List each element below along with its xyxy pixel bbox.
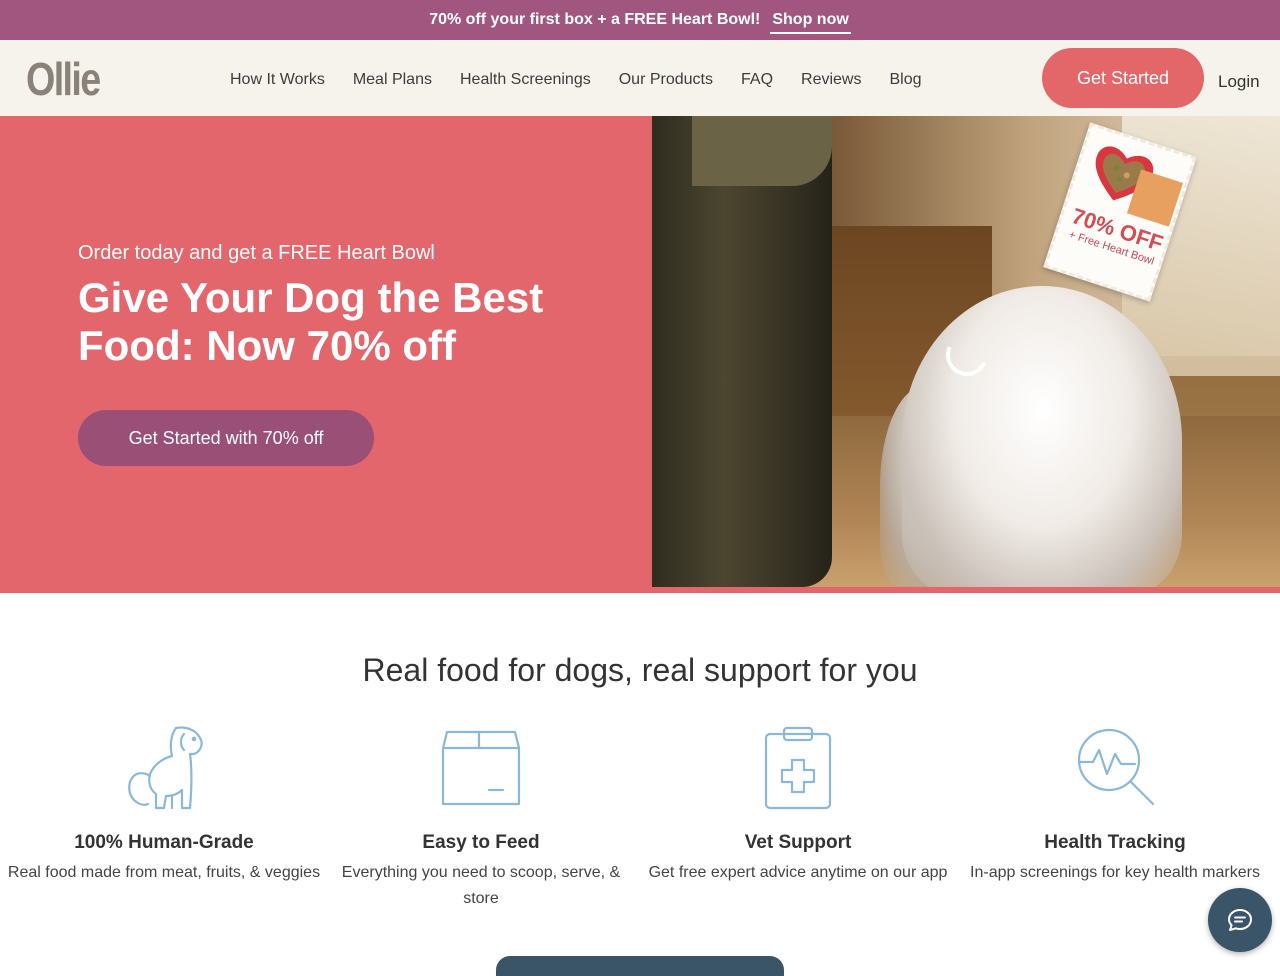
ollie-logo[interactable]: Ollie [26, 56, 101, 102]
chat-icon [1228, 909, 1252, 931]
login-link[interactable]: Login [1218, 72, 1260, 92]
chat-button[interactable] [1208, 888, 1272, 952]
feature-description: Everything you need to scoop, serve, & s… [341, 864, 621, 907]
nav-our-products[interactable]: Our Products [619, 71, 713, 89]
video-dog [902, 286, 1182, 587]
nav-how-it-works[interactable]: How It Works [230, 71, 325, 89]
feature-vet-support: Vet Support Get free expert advice anyti… [639, 724, 957, 886]
main-nav: Ollie How It Works Meal Plans Health Scr… [0, 40, 1280, 116]
feature-description: Get free expert advice anytime on our ap… [648, 864, 948, 881]
feature-title: 100% Human-Grade [74, 832, 254, 853]
nav-links: How It Works Meal Plans Health Screening… [230, 71, 922, 89]
nav-meal-plans[interactable]: Meal Plans [353, 71, 432, 89]
feature-easy-to-feed: Easy to Feed Everything you need to scoo… [322, 724, 640, 912]
dog-icon [128, 726, 203, 810]
promo-text: 70% off your first box + a FREE Heart Bo… [429, 11, 761, 28]
feature-title: Health Tracking [1044, 832, 1186, 853]
promo-banner: 70% off your first box + a FREE Heart Bo… [0, 0, 1280, 40]
get-started-button[interactable]: Get Started [1042, 48, 1204, 108]
hero-video[interactable]: 70% OFF + Free Heart Bowl [652, 116, 1280, 587]
clipboard-cross-icon [764, 726, 832, 810]
hero-get-started-button[interactable]: Get Started with 70% off [78, 410, 374, 466]
box-icon [441, 730, 521, 806]
nav-faq[interactable]: FAQ [741, 71, 773, 89]
nav-health-screenings[interactable]: Health Screenings [460, 71, 591, 89]
health-magnifier-icon [1077, 728, 1155, 806]
section-title: Real food for dogs, real support for you [362, 652, 918, 688]
video-person-legs [652, 116, 832, 587]
hero-section: Order today and get a FREE Heart Bowl Gi… [0, 116, 1280, 593]
hero-title: Give Your Dog the Best Food: Now 70% off [78, 274, 544, 369]
hero-subtitle: Order today and get a FREE Heart Bowl [78, 242, 435, 264]
nav-reviews[interactable]: Reviews [801, 71, 861, 89]
feature-health-tracking: Health Tracking In-app screenings for ke… [956, 724, 1274, 886]
feature-title: Easy to Feed [422, 832, 540, 853]
shop-now-link[interactable]: Shop now [770, 9, 851, 34]
feature-human-grade: 100% Human-Grade Real food made from mea… [5, 724, 323, 886]
bottom-cta-button[interactable] [496, 956, 784, 976]
nav-blog[interactable]: Blog [889, 71, 921, 89]
feature-description: In-app screenings for key health markers [970, 864, 1260, 881]
feature-title: Vet Support [744, 832, 852, 853]
feature-description: Real food made from meat, fruits, & vegg… [7, 864, 321, 881]
video-person-shirt [692, 116, 832, 186]
